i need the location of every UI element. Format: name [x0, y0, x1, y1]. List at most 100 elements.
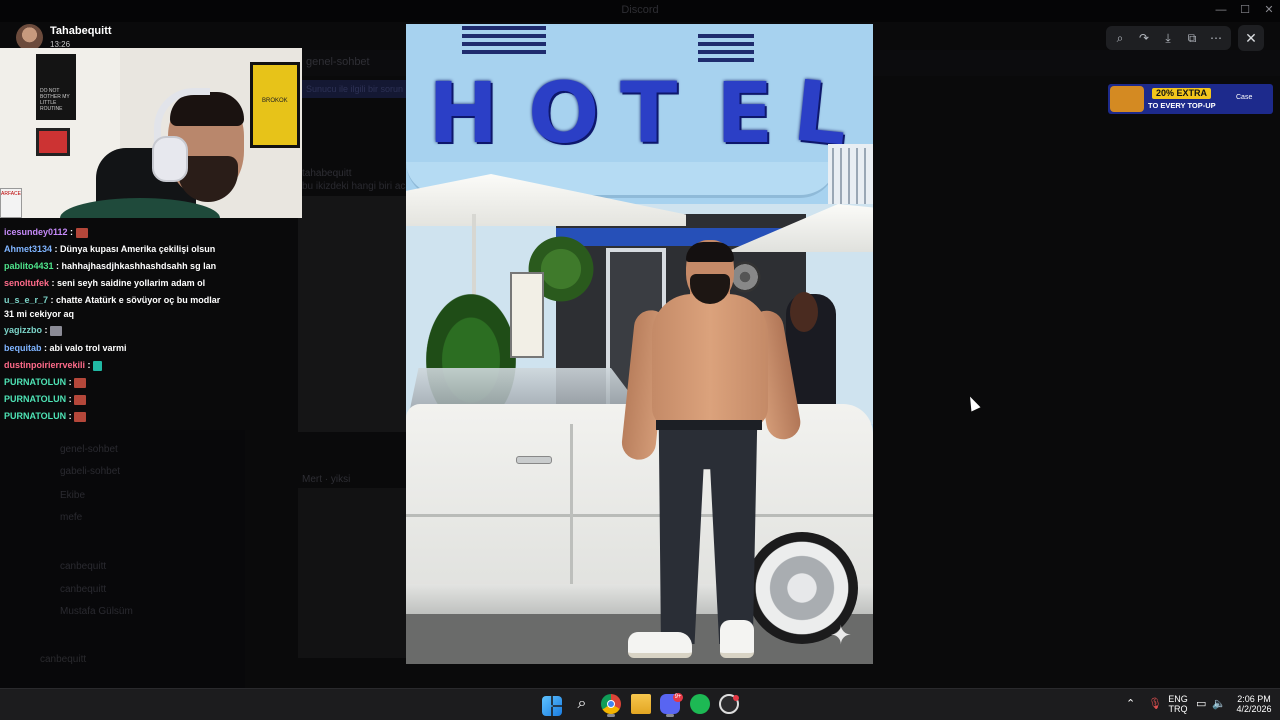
hotel-sign-letter: T	[620, 64, 678, 162]
ad-brand: Case	[1236, 94, 1253, 101]
active-app-indicator	[607, 714, 615, 717]
building-stripe	[698, 50, 754, 54]
chat-username[interactable]: pablito4431	[4, 261, 54, 271]
microphone-icon[interactable]: 🎙	[1148, 697, 1162, 710]
photo-man-shoe	[628, 632, 692, 658]
emote-icon	[93, 360, 103, 371]
sidebar-channel[interactable]: canbequitt	[60, 584, 106, 595]
chat-username[interactable]: PURNATOLUN	[4, 411, 66, 421]
download-icon[interactable]: ⤓	[1156, 26, 1180, 50]
photo-man-shoe	[720, 620, 754, 658]
chat-text: :	[42, 325, 51, 335]
ad-subline: TO EVERY TOP-UP	[1148, 101, 1216, 110]
emote-icon	[74, 377, 87, 388]
sidebar-channel[interactable]: canbequitt	[60, 561, 106, 572]
chat-username[interactable]: icesundey0112	[4, 227, 68, 237]
chat-text: :	[66, 394, 75, 404]
chat-message: Ahmet3134 : Dünya kupası Amerika çekiliş…	[4, 243, 294, 255]
chat-message: dustinpoirierrvekili :	[4, 359, 294, 371]
chat-text: : chatte Atatürk e sövüyor oç bu modlar	[48, 295, 221, 305]
webcam-sign-text: ARFACE	[1, 191, 22, 197]
emote-icon	[74, 411, 87, 422]
photo-window-grid	[832, 148, 870, 208]
webcam-poster-text: DO NOT BOTHER MY LITTLE ROUTINE	[40, 88, 70, 112]
chat-username[interactable]: PURNATOLUN	[4, 377, 66, 387]
sidebar-channel[interactable]: mefe	[60, 512, 82, 523]
zoom-icon[interactable]: ⌕	[1108, 26, 1132, 50]
chat-text: 31 mi cekiyor aq	[4, 309, 75, 319]
minimize-icon[interactable]: —	[1214, 3, 1228, 17]
emote-icon	[74, 394, 87, 405]
chat-username[interactable]: Ahmet3134	[4, 244, 52, 254]
chat-username[interactable]: PURNATOLUN	[4, 394, 66, 404]
close-icon[interactable]: ✕	[1238, 25, 1264, 51]
chevron-up-icon[interactable]: ⌃	[1126, 697, 1135, 710]
window-titlebar: Discord	[0, 0, 1280, 22]
chat-message: 31 mi cekiyor aq	[4, 308, 294, 320]
webcam-monitor	[36, 128, 70, 156]
file-explorer-icon[interactable]	[631, 694, 651, 714]
chat-message: bequitab : abi valo trol varmi	[4, 342, 294, 354]
hotel-sign-letter: H	[428, 64, 499, 162]
sparkle-icon: ✦	[830, 620, 852, 650]
webcam-frame-text: BROKOK	[262, 98, 288, 104]
chat-username[interactable]: senoltufek	[4, 278, 49, 288]
window-close-icon[interactable]: ✕	[1262, 3, 1276, 17]
clock-time: 2:06 PM	[1237, 694, 1271, 704]
message-image-thumbnail[interactable]	[298, 196, 406, 432]
chat-text: :	[67, 227, 76, 237]
chat-text: : abi valo trol varmi	[41, 343, 127, 353]
chat-username[interactable]: u_s_e_r_7	[4, 295, 48, 305]
building-stripe	[698, 58, 754, 62]
building-stripe	[462, 50, 546, 54]
chat-username[interactable]: bequitab	[4, 343, 42, 353]
chat-username[interactable]: yagizzbo	[4, 325, 42, 335]
open-external-icon[interactable]: ⧉	[1180, 26, 1204, 50]
language-line-1: ENG	[1168, 694, 1188, 704]
network-icon[interactable]: ▭	[1196, 697, 1206, 710]
channel-sidebar	[0, 430, 245, 688]
sidebar-channel[interactable]: gabeli-sohbet	[60, 466, 120, 477]
building-stripe	[462, 42, 546, 46]
image-viewer[interactable]: H O T E L ✦	[406, 24, 873, 664]
sidebar-channel[interactable]: Ekibe	[60, 490, 85, 501]
photo-car-trim	[406, 514, 873, 517]
ad-banner[interactable]: 20% EXTRA TO EVERY TOP-UP Case	[1108, 84, 1273, 114]
notice-banner-text: Sunucu ile ilgili bir sorun	[306, 84, 404, 94]
spotify-icon[interactable]	[690, 694, 710, 714]
image-viewer-toolbar: ⌕ ↷ ⤓ ⧉ ⋯	[1106, 26, 1231, 50]
sidebar-channel[interactable]: Mustafa Gülsüm	[60, 606, 133, 617]
photo-man-waistband	[656, 420, 762, 430]
building-stripe	[698, 34, 754, 38]
chat-message: senoltufek : seni seyh saidine yollarim …	[4, 277, 294, 289]
language-indicator[interactable]: ENG TRQ	[1166, 694, 1190, 714]
building-stripe	[462, 34, 546, 38]
clock[interactable]: 2:06 PM 4/2/2026	[1230, 694, 1278, 714]
streamer-avatar	[16, 24, 43, 51]
chat-message: pablito4431 : hahhajhasdjhkashhashdsahh …	[4, 260, 294, 272]
chat-username[interactable]: dustinpoirierrvekili	[4, 360, 85, 370]
sidebar-channel[interactable]: genel-sohbet	[60, 444, 118, 455]
window-title: Discord	[621, 4, 659, 16]
chat-message: yagizzbo :	[4, 324, 294, 336]
chat-text: : seni seyh saidine yollarim adam ol	[49, 278, 206, 288]
photo-man-hair	[686, 242, 734, 262]
user-panel-name: canbequitt	[40, 654, 87, 665]
maximize-icon[interactable]: ☐	[1238, 3, 1252, 17]
volume-icon[interactable]: 🔈	[1212, 697, 1226, 710]
message-image-thumbnail-2[interactable]	[298, 488, 406, 658]
webcam-frame	[250, 62, 300, 148]
chrome-icon-center	[607, 700, 615, 708]
building-stripe	[698, 42, 754, 46]
hotel-sign-letter: O	[528, 64, 600, 162]
message-author-2: Mert · yiksi	[302, 474, 351, 485]
chat-message: icesundey0112 :	[4, 226, 294, 238]
forward-icon[interactable]: ↷	[1132, 26, 1156, 50]
message-author: tahabequitt	[302, 168, 352, 179]
photo-menu-board	[510, 272, 544, 358]
search-icon[interactable]: ⌕	[572, 694, 592, 714]
more-icon[interactable]: ⋯	[1204, 26, 1228, 50]
chat-text: :	[66, 377, 75, 387]
clock-date: 4/2/2026	[1236, 704, 1272, 714]
photo-woman-head	[790, 292, 818, 332]
